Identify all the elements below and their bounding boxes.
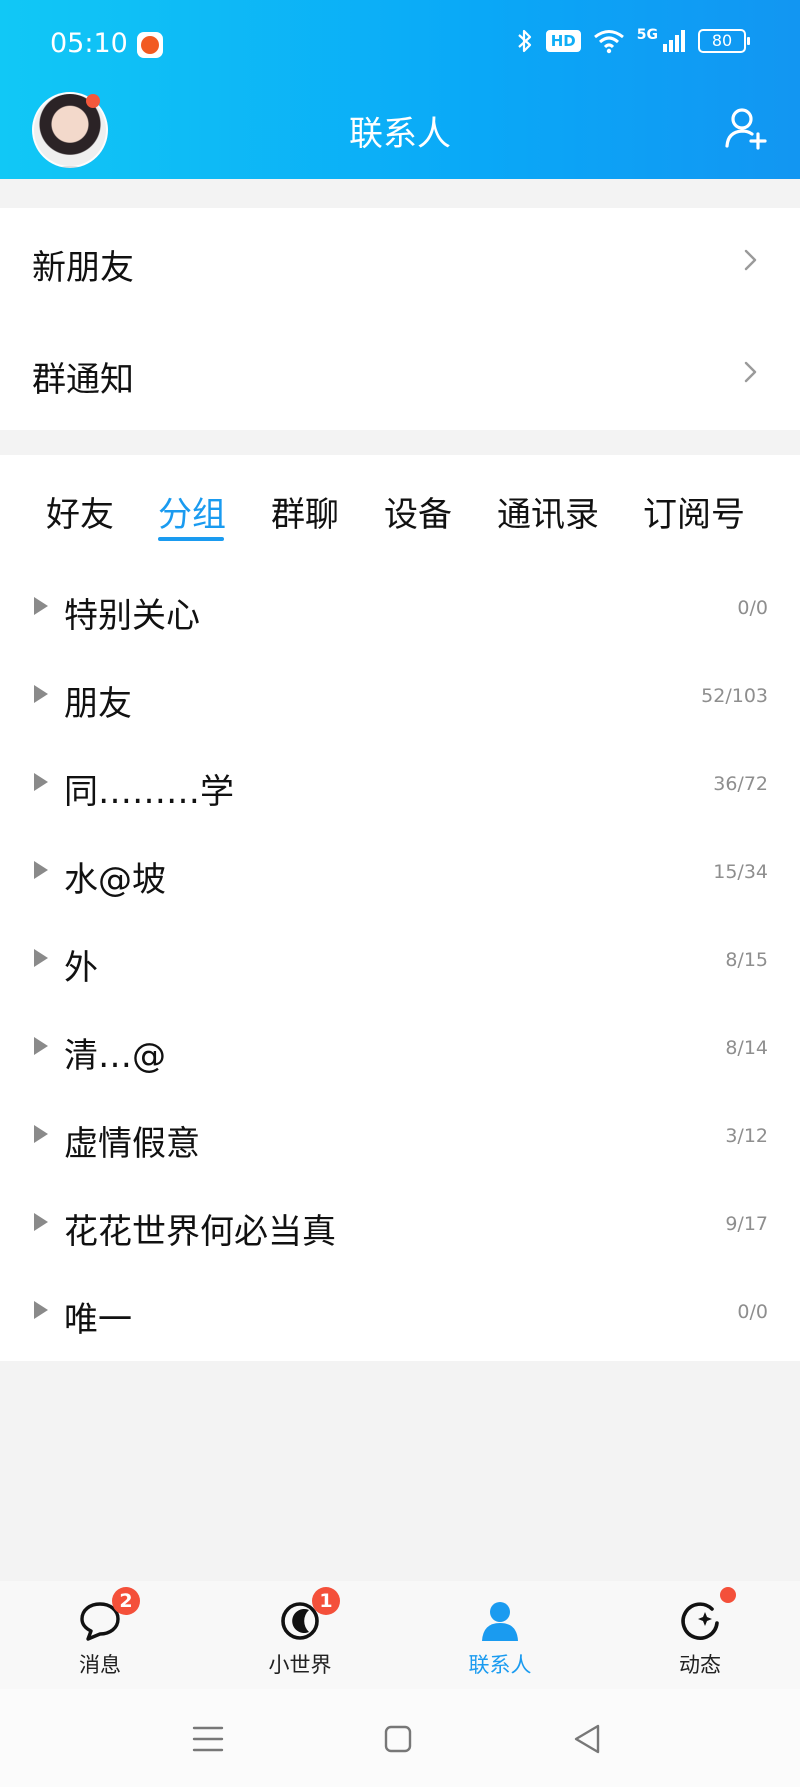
moments-notification-dot [720,1587,736,1603]
group-row[interactable]: 同………学 36/72 [0,740,800,828]
expand-triangle-icon [34,1301,48,1319]
tab-groups[interactable]: 分组 [158,487,226,536]
group-notice-label: 群通知 [32,360,134,400]
group-notice-row[interactable]: 群通知 [0,320,800,430]
menu-icon[interactable] [188,1719,228,1759]
moments-star-icon [681,1602,719,1640]
group-row[interactable]: 外 8/15 [0,916,800,1004]
add-contact-icon[interactable] [724,106,768,150]
group-count: 9/17 [725,1213,768,1235]
group-row[interactable]: 花花世界何必当真 9/17 [0,1180,800,1268]
system-navigation-bar [0,1689,800,1787]
contacts-card: 好友 分组 群聊 设备 通讯录 订阅号 特别关心 0/0 朋友 52/103 同… [0,455,800,1361]
chevron-right-icon [744,361,757,383]
group-count: 36/72 [713,773,768,795]
top-entries-card: 新朋友 群通知 [0,208,800,430]
group-row[interactable]: 虚情假意 3/12 [0,1092,800,1180]
expand-triangle-icon [34,1037,48,1055]
home-square-icon[interactable] [378,1719,418,1759]
active-tab-indicator [158,537,224,541]
group-name: 唯一 [64,1300,132,1340]
expand-triangle-icon [34,949,48,967]
expand-triangle-icon [34,773,48,791]
app-header: 05:10 HD 5G 80 联系人 [0,0,800,179]
group-row[interactable]: 特别关心 0/0 [0,564,800,652]
group-name: 虚情假意 [64,1124,200,1164]
contact-tabs: 好友 分组 群聊 设备 通讯录 订阅号 [0,455,800,555]
group-count: 8/15 [725,949,768,971]
expand-triangle-icon [34,685,48,703]
group-row[interactable]: 朋友 52/103 [0,652,800,740]
group-count: 52/103 [701,685,768,707]
status-time: 05:10 [50,28,128,59]
hd-indicator: HD [545,30,581,52]
group-name: 清…@ [64,1036,166,1076]
group-name: 特别关心 [64,596,200,636]
nav-label-small-world: 小世界 [268,1653,332,1677]
tab-address-book[interactable]: 通讯录 [497,487,599,536]
page-title: 联系人 [349,114,451,154]
wifi-icon [593,30,624,54]
nav-label-moments: 动态 [679,1653,721,1677]
nav-moments[interactable]: 动态 [640,1581,760,1689]
group-count: 0/0 [737,597,768,619]
expand-triangle-icon [34,1125,48,1143]
small-world-badge: 1 [312,1587,340,1615]
app-notification-icon [137,32,163,58]
nav-small-world[interactable]: 1 小世界 [240,1581,360,1689]
tab-subscriptions[interactable]: 订阅号 [643,487,745,536]
group-name: 朋友 [64,684,132,724]
expand-triangle-icon [34,1213,48,1231]
group-name: 同………学 [64,772,234,812]
group-count: 0/0 [737,1301,768,1323]
group-row[interactable]: 清…@ 8/14 [0,1004,800,1092]
status-bar: 05:10 HD 5G 80 [0,0,800,92]
group-count: 3/12 [725,1125,768,1147]
group-count: 8/14 [725,1037,768,1059]
expand-triangle-icon [34,597,48,615]
bluetooth-icon [518,29,531,53]
new-friends-row[interactable]: 新朋友 [0,208,800,318]
expand-triangle-icon [34,861,48,879]
nav-label-contacts: 联系人 [468,1653,532,1677]
battery-indicator: 80 [698,29,750,53]
group-name: 水@坡 [64,860,166,900]
tab-friends[interactable]: 好友 [46,487,114,536]
status-icons: HD 5G 80 [516,27,750,54]
new-friends-label: 新朋友 [32,248,134,288]
network-type: 5G [636,27,658,43]
messages-badge: 2 [112,1587,140,1615]
group-count: 15/34 [713,861,768,883]
contacts-person-icon [482,1602,518,1641]
nav-messages[interactable]: 2 消息 [40,1581,160,1689]
tab-group-chats[interactable]: 群聊 [271,487,339,536]
signal-icon [663,30,685,52]
bottom-navigation: 2 消息 1 小世界 联系人 动态 [0,1581,800,1689]
group-name: 花花世界何必当真 [64,1212,336,1252]
chevron-right-icon [744,249,757,271]
tab-devices[interactable]: 设备 [384,487,452,536]
group-row[interactable]: 水@坡 15/34 [0,828,800,916]
back-triangle-icon[interactable] [568,1719,608,1759]
group-row[interactable]: 唯一 0/0 [0,1268,800,1356]
nav-contacts[interactable]: 联系人 [440,1581,560,1689]
group-name: 外 [64,948,98,988]
nav-label-messages: 消息 [79,1653,121,1677]
